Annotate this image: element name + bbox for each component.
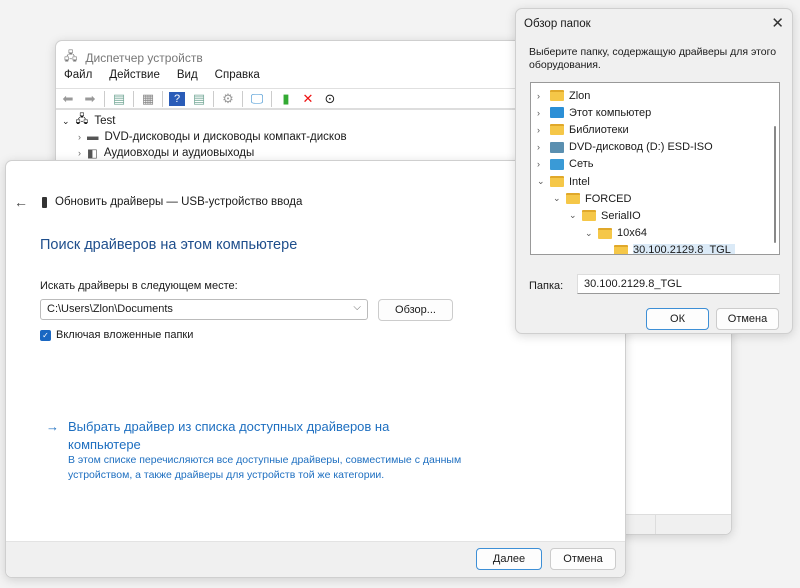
chevron-right-icon[interactable]: ›	[537, 142, 545, 152]
device-manager-icon: 🖧	[64, 49, 78, 63]
dialog-description: Выберите папку, содержащую драйверы для …	[529, 46, 777, 71]
checkmark-icon: ✓	[40, 329, 51, 341]
menu-help[interactable]: Справка	[215, 69, 260, 81]
folder-tree-item[interactable]: › Zlon	[537, 87, 590, 104]
window-title: Диспетчер устройств	[85, 50, 203, 65]
computer-icon: 🖧	[75, 113, 89, 126]
disable-icon[interactable]: ⊙	[322, 91, 338, 106]
tree-item[interactable]: › ▬ DVD-дисководы и дисководы компакт-диск…	[62, 129, 347, 145]
monitor-icon[interactable]: 🖵	[249, 91, 265, 106]
usb-device-icon	[42, 196, 47, 208]
menu-bar: Файл Действие Вид Справка	[64, 69, 260, 81]
cancel-button[interactable]: Отмена	[550, 548, 616, 570]
forward-icon[interactable]: ➡	[82, 91, 98, 106]
chevron-down-icon[interactable]: ⌄	[553, 193, 561, 204]
chevron-right-icon[interactable]: ›	[537, 108, 545, 118]
folder-tree-item[interactable]: ⌄ FORCED	[553, 190, 631, 207]
folder-icon	[550, 90, 564, 101]
dvd-icon: ▬	[87, 131, 99, 143]
search-location-label: Искать драйверы в следующем месте:	[40, 280, 238, 292]
back-arrow-icon[interactable]: ←	[14, 194, 28, 210]
browse-folder-dialog: Обзор папок ✕ Выберите папку, содержащую…	[515, 8, 793, 334]
menu-file[interactable]: Файл	[64, 69, 92, 81]
tree-root[interactable]: ⌄ 🖧 Test	[62, 113, 347, 129]
include-subfolders-checkbox[interactable]: ✓ Включая вложенные папки	[40, 329, 193, 341]
device-tree: ⌄ 🖧 Test › ▬ DVD-дисководы и дисководы компа…	[62, 113, 347, 161]
folder-tree: › Zlon › Этот компьютер › Библиотеки › DVD-диск…	[530, 82, 780, 255]
dvd-drive-icon	[550, 141, 564, 153]
folder-tree-item[interactable]: › Сеть	[537, 156, 593, 173]
chevron-right-icon[interactable]: ›	[537, 159, 545, 169]
folder-tree-item[interactable]: › DVD-дисковод (D:) ESD-ISO	[537, 139, 713, 156]
next-button[interactable]: Далее	[476, 548, 542, 570]
list-icon[interactable]: ▦	[140, 91, 156, 106]
folder-tree-item[interactable]: › Этот компьютер	[537, 104, 651, 121]
pick-driver-description: В этом списке перечисляются все доступны…	[68, 454, 462, 481]
uninstall-icon[interactable]: ✕	[300, 91, 316, 106]
folder-tree-item[interactable]: 30.100.2129.8_TGL	[601, 242, 735, 254]
folder-icon	[598, 227, 612, 239]
path-combobox[interactable]: C:\Users\Zlon\Documents ⌵	[40, 299, 368, 320]
folder-icon	[550, 176, 564, 187]
folder-tree-item[interactable]: ⌄ 10x64	[585, 225, 647, 242]
cancel-button[interactable]: Отмена	[716, 308, 779, 330]
chevron-down-icon[interactable]: ⌵	[353, 302, 361, 313]
properties-icon[interactable]: ▤	[111, 91, 127, 106]
update-driver-icon[interactable]: ▮	[278, 91, 294, 106]
chevron-right-icon[interactable]: ›	[537, 91, 545, 101]
scan-hardware-icon[interactable]: ⚙	[220, 91, 236, 106]
chevron-down-icon[interactable]: ⌄	[537, 176, 545, 187]
folder-tree-item[interactable]: › Библиотеки	[537, 121, 629, 138]
dialog-title: Обновить драйверы — USB-устройство ввода	[55, 196, 303, 208]
help-icon[interactable]: ?	[169, 91, 185, 106]
browse-button[interactable]: Обзор...	[378, 299, 453, 321]
scrollbar[interactable]	[774, 126, 776, 243]
folder-tree-item[interactable]: ⌄ Intel	[537, 173, 590, 190]
ok-button[interactable]: ОК	[646, 308, 709, 330]
back-icon[interactable]: ⬅	[60, 91, 76, 106]
folder-icon	[582, 210, 596, 222]
speaker-icon: ◧	[87, 148, 98, 160]
folder-icon	[614, 244, 628, 254]
folder-icon	[566, 193, 580, 205]
menu-action[interactable]: Действие	[109, 69, 160, 81]
folder-input[interactable]: 30.100.2129.8_TGL	[577, 274, 780, 294]
folder-tree-item[interactable]: ⌄ SerialIO	[569, 207, 641, 224]
view-icon[interactable]: ▤	[191, 91, 207, 106]
tree-item[interactable]: › ◧ Аудиовходы и аудиовыходы	[62, 145, 347, 161]
page-heading: Поиск драйверов на этом компьютере	[40, 237, 298, 253]
chevron-down-icon[interactable]: ⌄	[569, 210, 577, 221]
pick-driver-link[interactable]: → Выбрать драйвер из списка доступных дра…	[46, 418, 426, 454]
close-icon[interactable]: ✕	[771, 14, 784, 32]
menu-view[interactable]: Вид	[177, 69, 198, 81]
chevron-right-icon[interactable]: ›	[537, 125, 545, 135]
folder-icon	[550, 124, 564, 136]
dialog-title: Обзор папок	[524, 18, 591, 30]
chevron-down-icon[interactable]: ⌄	[585, 228, 593, 239]
dialog-footer: Далее Отмена	[6, 541, 625, 577]
arrow-right-icon: →	[46, 419, 59, 434]
folder-label: Папка:	[529, 280, 564, 292]
network-icon	[550, 158, 564, 170]
computer-icon	[550, 107, 564, 119]
